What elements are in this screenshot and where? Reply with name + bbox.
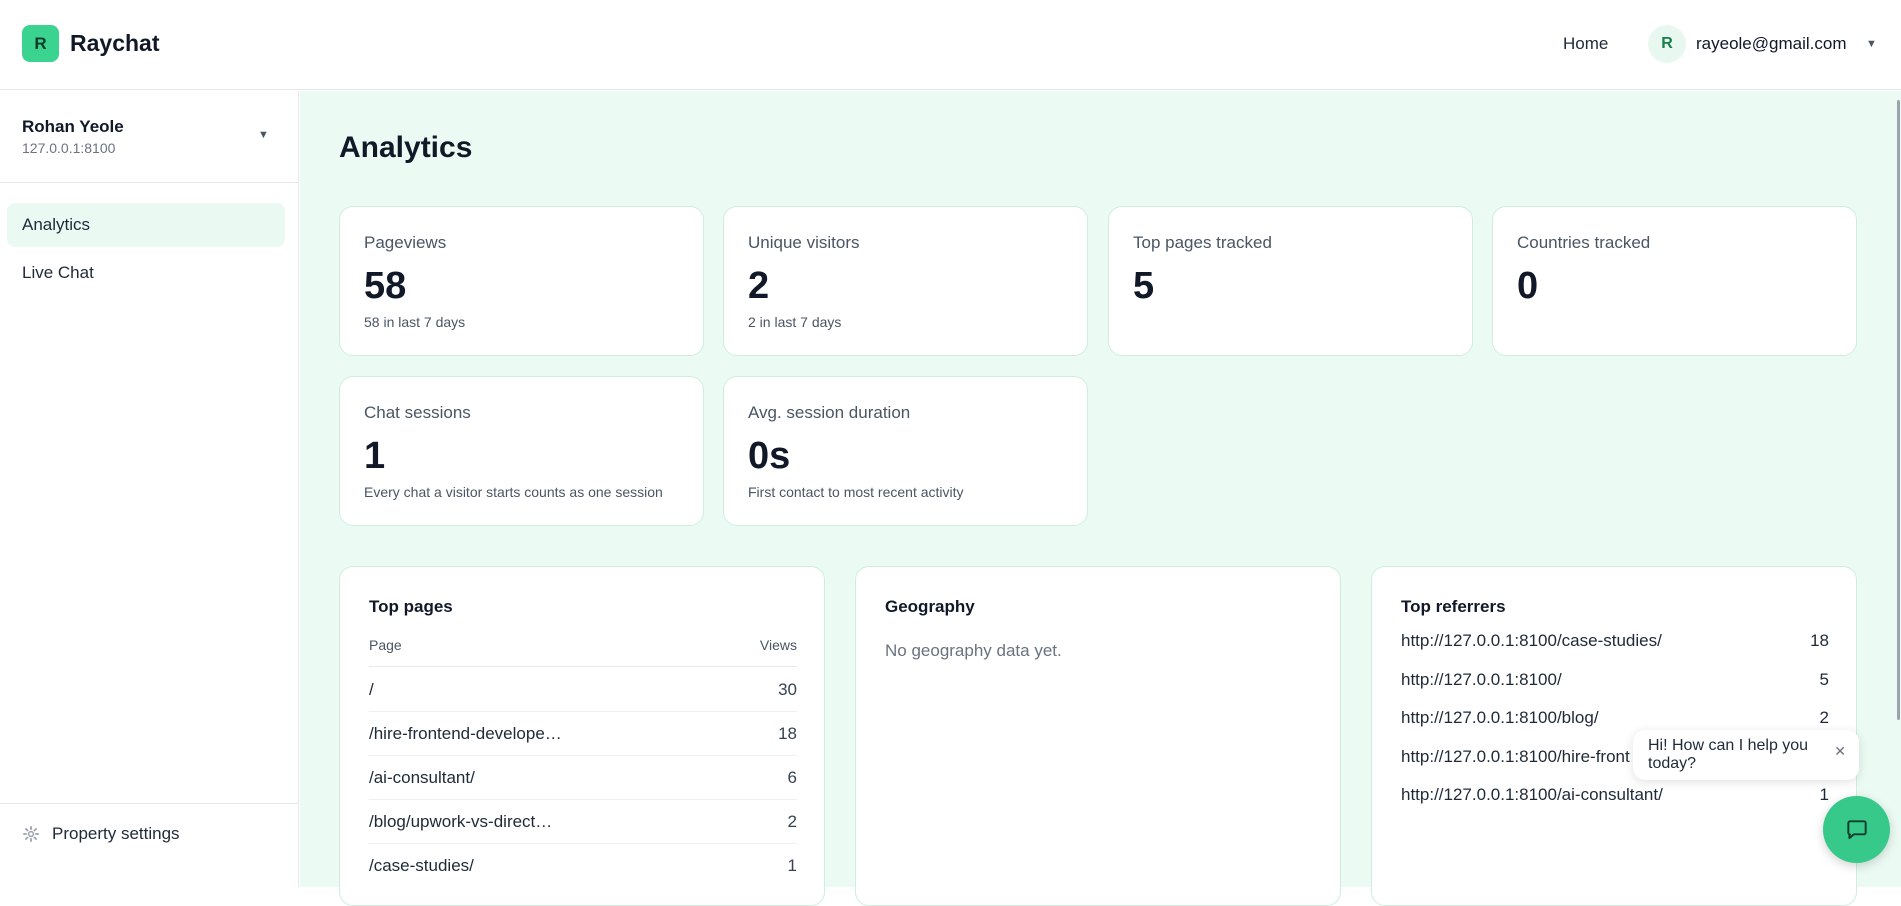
stat-label: Avg. session duration [748,403,911,422]
referrer-url: http://127.0.0.1:8100/hire-front [1401,747,1630,766]
stat-subtext: First contact to most recent activity [748,484,964,500]
scrollbar[interactable] [1897,100,1900,720]
stat-card-unique-visitors: Unique visitors 2 2 in last 7 days [723,206,1088,356]
table-row[interactable]: /blog/upwork-vs-direct… 2 [369,800,797,844]
panel-title: Geography [885,597,975,616]
chevron-down-icon[interactable]: ▼ [258,129,269,141]
property-host: 127.0.0.1:8100 [22,140,116,156]
sidebar: Rohan Yeole 127.0.0.1:8100 ▼ Analytics L… [0,91,299,887]
table-row[interactable]: / 30 [369,668,797,712]
user-avatar[interactable]: R [1648,25,1686,63]
page-path: /case-studies/ [369,856,474,875]
list-item[interactable]: http://127.0.0.1:8100/ai-consultant/ 1 [1401,780,1829,810]
page-path: /blog/upwork-vs-direct… [369,811,553,831]
brand-name[interactable]: Raychat [70,30,159,57]
chevron-down-icon[interactable]: ▼ [1866,38,1877,50]
open-chat-button[interactable] [1823,796,1890,863]
stat-value: 2 [748,265,770,307]
top-header: R Raychat Home R rayeole@gmail.com ▼ [0,0,1901,90]
stat-label: Unique visitors [748,233,860,252]
referrer-url: http://127.0.0.1:8100/ai-consultant/ [1401,785,1663,804]
list-item[interactable]: http://127.0.0.1:8100/ 5 [1401,665,1829,695]
gear-icon [22,825,40,843]
stat-value: 0s [748,435,791,477]
stat-subtext: Every chat a visitor starts counts as on… [364,484,663,500]
close-icon[interactable]: ✕ [1834,743,1846,760]
nav-home-link[interactable]: Home [1563,34,1608,54]
panel-title: Top pages [369,597,453,616]
stat-value: 58 [364,265,407,307]
geography-panel: Geography No geography data yet. [855,566,1341,906]
stat-subtext: 58 in last 7 days [364,314,466,330]
referrer-url: http://127.0.0.1:8100/blog/ [1401,708,1599,727]
stat-card-pageviews: Pageviews 58 58 in last 7 days [339,206,704,356]
stat-label: Countries tracked [1517,233,1651,252]
sidebar-item-live-chat[interactable]: Live Chat [7,251,285,295]
stat-card-top-pages-tracked: Top pages tracked 5 [1108,206,1473,356]
panel-title: Top referrers [1401,597,1506,616]
empty-state-text: No geography data yet. [885,641,1062,660]
logo-badge[interactable]: R [22,25,59,62]
sidebar-item-label: Analytics [22,215,91,234]
property-name[interactable]: Rohan Yeole [22,117,124,137]
property-settings-link[interactable]: Property settings [22,824,180,844]
stat-value: 5 [1133,265,1155,307]
view-count: 1 [787,856,797,875]
chat-greeting-text: Hi! How can I help you today? [1648,737,1809,772]
sidebar-divider [0,182,299,183]
stat-label: Top pages tracked [1133,233,1272,252]
table-row[interactable]: /hire-frontend-develope… 18 [369,712,797,756]
referrer-count: 1 [1819,785,1829,804]
table-header: Page Views [369,637,797,667]
stat-card-countries-tracked: Countries tracked 0 [1492,206,1857,356]
view-count: 18 [778,723,797,743]
referrer-url: http://127.0.0.1:8100/case-studies/ [1401,631,1662,650]
list-item[interactable]: http://127.0.0.1:8100/blog/ 2 [1401,703,1829,733]
stat-label: Pageviews [364,233,447,252]
stat-label: Chat sessions [364,403,471,422]
sidebar-item-analytics[interactable]: Analytics [7,203,285,247]
sidebar-item-label: Live Chat [22,263,94,282]
stat-card-avg-session-duration: Avg. session duration 0s First contact t… [723,376,1088,526]
table-row[interactable]: /case-studies/ 1 [369,844,797,888]
chat-bubble-icon [1846,819,1867,839]
stat-value: 0 [1517,265,1539,307]
stat-value: 1 [364,435,386,477]
stat-subtext: 2 in last 7 days [748,314,842,330]
referrer-count: 18 [1810,631,1829,650]
chat-greeting-bubble[interactable]: Hi! How can I help you today? ✕ [1633,730,1859,780]
page-path: / [369,679,374,699]
referrer-count: 2 [1819,708,1829,727]
column-header-page: Page [369,637,402,653]
view-count: 30 [778,679,797,699]
settings-label: Property settings [52,824,180,843]
referrer-count: 5 [1819,670,1829,689]
view-count: 2 [787,811,797,831]
view-count: 6 [787,767,797,787]
page-path: /hire-frontend-develope… [369,723,562,743]
stat-card-chat-sessions: Chat sessions 1 Every chat a visitor sta… [339,376,704,526]
page-path: /ai-consultant/ [369,767,475,787]
user-email[interactable]: rayeole@gmail.com [1696,34,1846,54]
column-header-views: Views [759,637,797,653]
top-pages-panel: Top pages Page Views / 30 /hire-frontend… [339,566,825,906]
page-title: Analytics [339,131,473,164]
sidebar-divider [0,803,299,804]
referrer-url: http://127.0.0.1:8100/ [1401,670,1562,689]
list-item[interactable]: http://127.0.0.1:8100/case-studies/ 18 [1401,626,1829,656]
table-row[interactable]: /ai-consultant/ 6 [369,756,797,800]
